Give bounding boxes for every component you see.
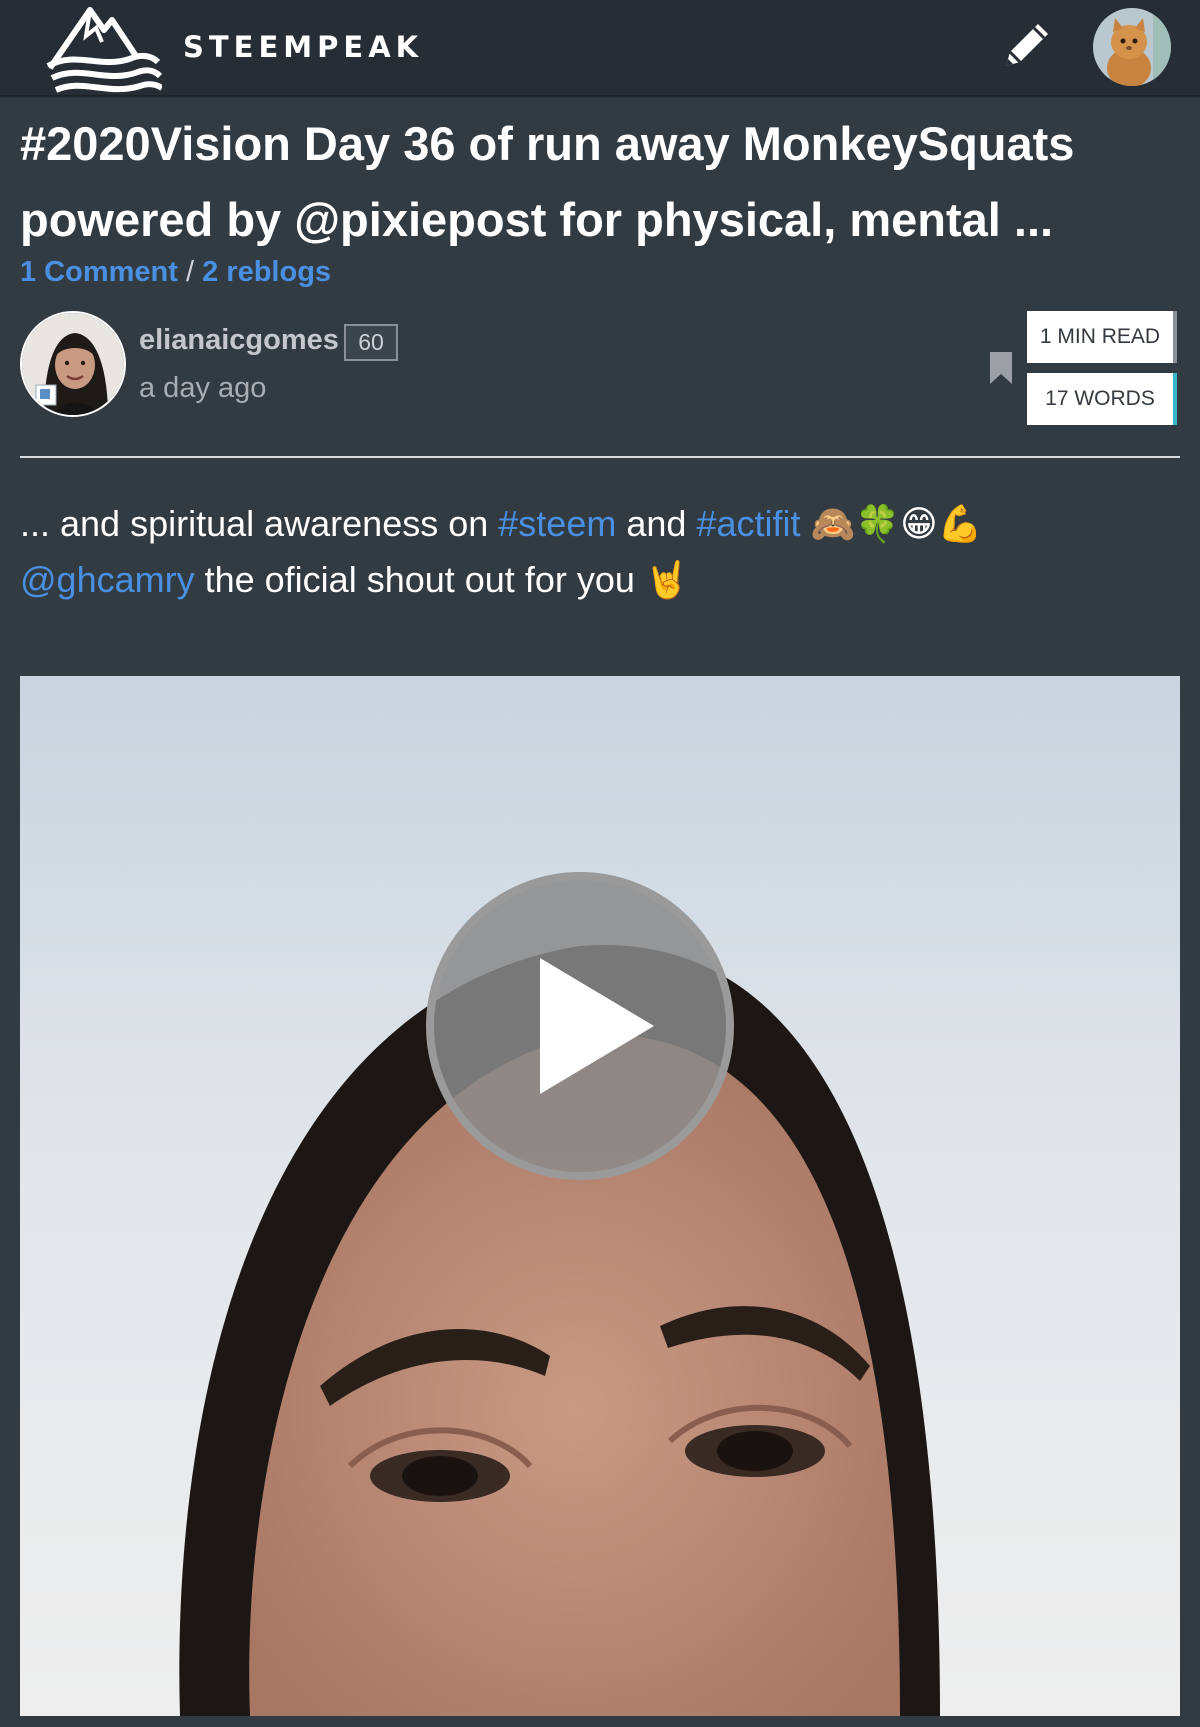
reputation-badge: 60 (344, 324, 398, 361)
body-text-1: ... and spiritual awareness on (20, 503, 489, 544)
word-count-badge: 17 WORDS (1027, 373, 1177, 425)
author-avatar[interactable] (20, 311, 126, 417)
read-time-badge: 1 MIN READ (1027, 311, 1177, 363)
header-divider (20, 456, 1180, 458)
video-thumbnail (20, 676, 1180, 1716)
reblogs-link[interactable]: 2 reblogs (202, 256, 331, 288)
user-avatar[interactable] (1093, 8, 1171, 86)
comments-link[interactable]: 1 Comment (20, 256, 178, 288)
pencil-icon[interactable] (996, 16, 1056, 76)
post-body: ... and spiritual awareness on #steem an… (20, 496, 1180, 608)
mention-ghcamry-link[interactable]: @ghcamry (20, 559, 195, 600)
post-timestamp: a day ago (139, 372, 267, 404)
post-stats-links: 1 Comment / 2 reblogs (20, 256, 331, 289)
body-emojis-2: 🤘 (644, 559, 690, 600)
brand-name[interactable]: STEEMPEAK (183, 30, 423, 64)
post-title: #2020Vision Day 36 of run away MonkeySqu… (20, 117, 1075, 246)
body-text-2: and (626, 503, 687, 544)
video-embed[interactable] (20, 676, 1180, 1716)
tag-actifit-link[interactable]: #actifit (696, 503, 800, 544)
stats-separator: / (185, 256, 195, 288)
steempeak-logo-icon[interactable] (46, 6, 162, 94)
play-icon[interactable] (422, 868, 738, 1184)
body-text-3: the oficial shout out for you (204, 559, 635, 600)
top-navbar: STEEMPEAK (0, 0, 1200, 97)
bookmark-icon[interactable] (990, 352, 1012, 384)
body-emojis-1: 🙈🍀😁💪 (810, 503, 983, 544)
author-name[interactable]: elianaicgomes (139, 324, 339, 357)
tag-steem-link[interactable]: #steem (498, 503, 616, 544)
